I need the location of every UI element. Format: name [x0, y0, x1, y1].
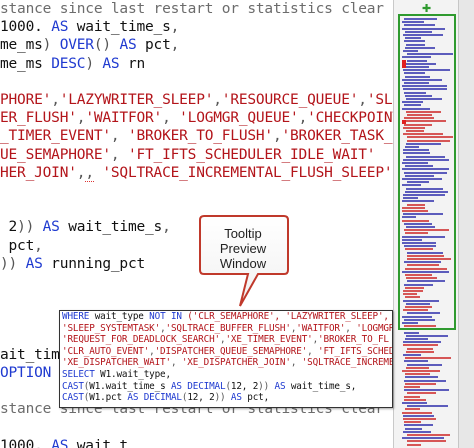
callout-line-2: Preview: [219, 241, 267, 256]
callout-label: Tooltip Preview Window: [204, 226, 282, 271]
callout-bubble: [199, 215, 289, 307]
callout-line-3: Window: [219, 256, 267, 271]
callout-title: Tooltip: [224, 226, 262, 241]
